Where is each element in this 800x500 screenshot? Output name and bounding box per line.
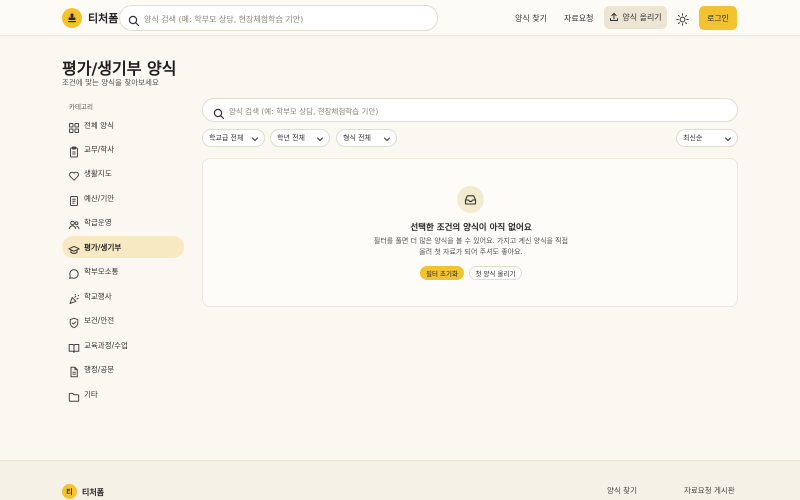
sidebar-item-label: 생활지도 [84, 169, 112, 178]
empty-state-title: 선택한 조건의 양식이 아직 없어요 [410, 223, 532, 233]
footer-link-find-forms[interactable]: 양식 찾기 [607, 485, 637, 496]
sidebar-item-academic[interactable]: 교무/학사 [62, 138, 184, 160]
format-filter[interactable]: 형식 전체 [336, 129, 397, 147]
sidebar-item-label: 기타 [84, 390, 98, 399]
folder-icon [68, 388, 80, 402]
logo-stamp-icon[interactable] [62, 8, 82, 28]
chevron-down-icon [251, 135, 259, 145]
empty-state-desc-line: 필터를 풀면 더 많은 양식을 볼 수 있어요. 가지고 계신 양식을 직접 [373, 237, 569, 245]
sun-icon[interactable] [676, 11, 689, 30]
book-icon [68, 339, 80, 353]
page-title: 평가/생기부 양식 [62, 59, 177, 78]
school-level-filter-value: 학교급 전체 [209, 134, 244, 142]
sidebar-item-label: 교육과정/수업 [84, 341, 128, 350]
clipboard-icon [68, 143, 80, 158]
grid-icon [68, 119, 80, 133]
header-search[interactable] [119, 5, 438, 31]
sort-select-value: 최신순 [683, 134, 703, 142]
empty-state-desc-line: 올려 첫 자료가 되어 주셔도 좋아요. [419, 248, 523, 256]
main-search[interactable] [202, 98, 738, 122]
upload-form-button[interactable]: 양식 올리기 [604, 6, 667, 29]
sidebar-item-label: 교무/학사 [84, 145, 115, 154]
receipt-icon [68, 192, 80, 206]
main-search-input[interactable] [229, 102, 729, 120]
sidebar-item-label: 예산/기안 [84, 194, 115, 203]
footer: 티 티처폼 양식 찾기 자료요청 게시판 [0, 460, 800, 500]
reset-filters-button[interactable]: 필터 초기화 [420, 266, 464, 280]
school-level-filter[interactable]: 학교급 전체 [202, 129, 265, 147]
sidebar-item-evaluation[interactable]: 평가/생기부 [62, 236, 184, 258]
sidebar-item-other[interactable]: 기타 [62, 383, 184, 405]
search-icon [128, 12, 140, 31]
sidebar-item-events[interactable]: 학교행사 [62, 285, 184, 307]
search-icon [213, 105, 225, 124]
sort-select[interactable]: 최신순 [676, 129, 738, 147]
upload-first-form-button[interactable]: 첫 양식 올리기 [469, 266, 522, 280]
document-icon [68, 363, 80, 378]
footer-logo-badge: 티 [62, 484, 77, 499]
sidebar-item-guidance[interactable]: 생활지도 [62, 162, 184, 184]
brand-name[interactable]: 티처폼 [88, 10, 118, 26]
nav-find-forms[interactable]: 양식 찾기 [515, 13, 547, 24]
graduation-cap-icon [68, 241, 80, 254]
sidebar-item-label: 학교행사 [84, 292, 112, 301]
category-heading: 카테고리 [69, 103, 93, 111]
grade-filter[interactable]: 학년 전체 [270, 129, 330, 147]
footer-link-request-board[interactable]: 자료요청 게시판 [684, 485, 735, 496]
sidebar-item-label: 학부모소통 [84, 267, 119, 276]
empty-state-description: 필터를 풀면 더 많은 양식을 볼 수 있어요. 가지고 계신 양식을 직접 올… [353, 236, 589, 258]
sidebar-item-label: 전체 양식 [84, 121, 114, 130]
users-icon [68, 216, 80, 230]
upload-icon [609, 12, 619, 24]
format-filter-value: 형식 전체 [343, 134, 371, 142]
party-icon [68, 290, 80, 304]
login-button[interactable]: 로그인 [699, 6, 737, 30]
shield-icon [68, 314, 80, 329]
chevron-down-icon [383, 135, 391, 145]
nav-requests[interactable]: 자료요청 [564, 13, 593, 24]
footer-brand: 티처폼 [82, 488, 105, 497]
heart-icon [68, 167, 80, 181]
inbox-icon [457, 186, 484, 213]
sidebar-item-curriculum[interactable]: 교육과정/수업 [62, 334, 184, 356]
page-subtitle: 조건에 맞는 양식을 찾아보세요 [62, 78, 159, 87]
sidebar-item-budget[interactable]: 예산/기안 [62, 187, 184, 209]
sidebar-item-label: 평가/생기부 [84, 243, 122, 252]
header-search-input[interactable] [144, 10, 429, 28]
sidebar-item-label: 행정/공문 [84, 365, 115, 374]
top-header: 티처폼 양식 찾기 자료요청 양식 올리기 로그인 [0, 0, 800, 36]
chat-icon [68, 265, 80, 279]
grade-filter-value: 학년 전체 [277, 134, 305, 142]
chevron-down-icon [724, 135, 732, 145]
sidebar-item-all[interactable]: 전체 양식 [62, 114, 184, 136]
chevron-down-icon [316, 135, 324, 145]
empty-state-card: 선택한 조건의 양식이 아직 없어요 필터를 풀면 더 많은 양식을 볼 수 있… [202, 158, 738, 307]
sidebar-item-administration[interactable]: 행정/공문 [62, 358, 184, 380]
sidebar-item-parents[interactable]: 학부모소통 [62, 260, 184, 282]
sidebar-item-label: 보건/안전 [84, 316, 115, 325]
sidebar-item-health-safety[interactable]: 보건/안전 [62, 309, 184, 331]
sidebar-item-label: 학급운영 [84, 218, 112, 227]
upload-form-label: 양식 올리기 [622, 13, 662, 22]
sidebar-item-class-management[interactable]: 학급운영 [62, 211, 184, 233]
